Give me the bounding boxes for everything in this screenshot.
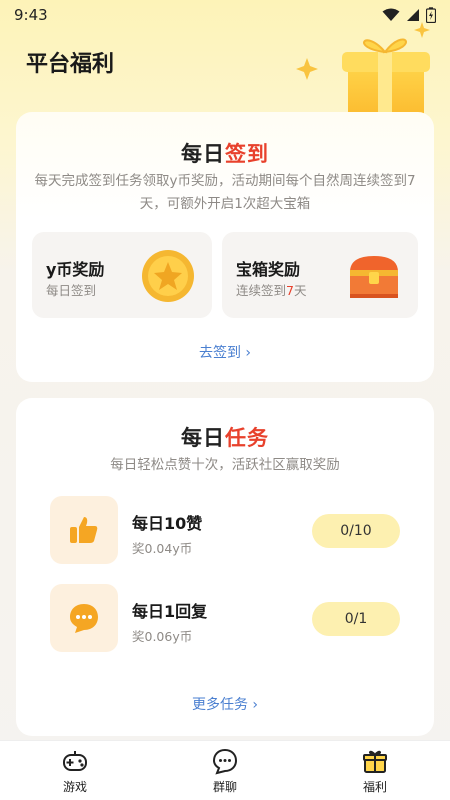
coin-reward-title: y币奖励 xyxy=(46,260,105,279)
thumbs-up-icon xyxy=(70,517,98,543)
chest-reward-subtitle: 连续签到7天 xyxy=(236,280,306,299)
signin-card: 每日签到 每天完成签到任务领取y币奖励，活动期间每个自然周连续签到7天，可额外开… xyxy=(16,112,434,382)
coin-reward-subtitle: 每日签到 xyxy=(46,283,97,298)
task-icon-box xyxy=(50,496,118,564)
task-row-reply: 每日1回复 奖0.06y币 0/1 xyxy=(50,584,400,654)
tasks-title: 每日任务 xyxy=(16,422,434,452)
treasure-chest-icon xyxy=(350,256,398,298)
task-reward: 奖0.06y币 xyxy=(132,629,193,644)
signin-title-accent: 签到 xyxy=(225,142,269,166)
tab-group-chat[interactable]: 群聊 xyxy=(150,741,300,800)
go-signin-link[interactable]: 去签到 › xyxy=(16,342,434,362)
tasks-description: 每日轻松点赞十次，活跃社区赢取奖励 xyxy=(110,457,340,473)
signin-title: 每日签到 xyxy=(16,138,434,168)
page-title: 平台福利 xyxy=(26,52,115,77)
coin-reward-card[interactable]: y币奖励 每日签到 xyxy=(32,232,212,318)
tasks-title-plain: 每日 xyxy=(181,426,225,450)
chat-icon xyxy=(212,748,238,774)
tab-games-label: 游戏 xyxy=(62,779,87,794)
tab-group-chat-label: 群聊 xyxy=(212,779,237,794)
gift-icon xyxy=(363,750,387,773)
chest-reward-subtitle-prefix: 连续签到 xyxy=(236,283,287,298)
task-name: 每日1回复 xyxy=(132,602,208,621)
chest-reward-card[interactable]: 宝箱奖励 连续签到7天 xyxy=(222,232,418,318)
chest-reward-subtitle-suffix: 天 xyxy=(293,283,307,298)
task-icon-box xyxy=(50,584,118,652)
status-time: 9:43 xyxy=(14,6,48,24)
chat-bubble-icon xyxy=(70,604,98,633)
tab-games[interactable]: 游戏 xyxy=(0,741,150,800)
signin-title-plain: 每日 xyxy=(181,142,225,166)
more-tasks-link[interactable]: 更多任务 › xyxy=(16,694,434,714)
tasks-card: 每日任务 每日轻松点赞十次，活跃社区赢取奖励 每日10赞 奖0.04y币 0/1… xyxy=(16,398,434,736)
task-row-likes: 每日10赞 奖0.04y币 0/10 xyxy=(50,496,400,566)
tasks-title-accent: 任务 xyxy=(225,426,269,450)
task-name: 每日10赞 xyxy=(132,514,203,533)
task-progress-pill[interactable]: 0/1 xyxy=(312,602,400,636)
tab-welfare[interactable]: 福利 xyxy=(300,741,450,800)
gamepad-icon xyxy=(63,750,87,771)
chest-reward-days: 7 xyxy=(286,283,294,298)
bottom-tab-bar: 游戏 群聊 福利 xyxy=(0,740,450,800)
coin-star-icon xyxy=(142,250,194,302)
chest-reward-title: 宝箱奖励 xyxy=(236,260,301,279)
task-reward: 奖0.04y币 xyxy=(132,541,193,556)
signin-description: 每天完成签到任务领取y币奖励，活动期间每个自然周连续签到7天，可额外开启1次超大… xyxy=(34,173,416,212)
tab-welfare-label: 福利 xyxy=(362,779,387,794)
task-progress-pill[interactable]: 0/10 xyxy=(312,514,400,548)
